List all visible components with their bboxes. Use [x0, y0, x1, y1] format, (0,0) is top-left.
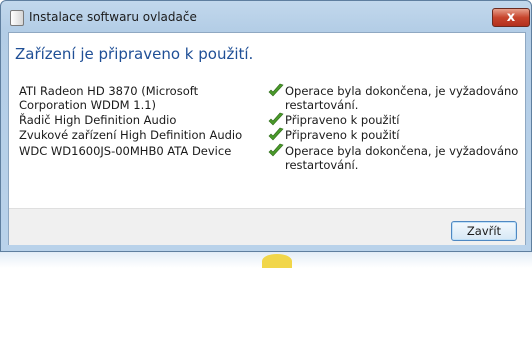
device-status: Operace byla dokončena, je vyžadováno re… — [285, 84, 519, 112]
checkmark-icon — [268, 127, 284, 141]
close-button[interactable]: Zavřít — [451, 221, 517, 241]
status-heading: Zařízení je připraveno k použití. — [15, 45, 254, 63]
dialog-footer: Zavřít — [9, 208, 525, 245]
app-icon — [10, 10, 24, 26]
device-status: Připraveno k použití — [285, 113, 400, 127]
device-status: Operace byla dokončena, je vyžadováno re… — [285, 144, 519, 172]
device-name: Řadič High Definition Audio — [19, 113, 177, 127]
title-bar[interactable]: Instalace softwaru ovladače x — [1, 1, 531, 31]
device-name: WDC WD1600JS-00MHB0 ATA Device — [19, 144, 232, 158]
checkmark-icon — [268, 83, 284, 97]
driver-install-dialog: Instalace softwaru ovladače x Zařízení j… — [0, 0, 532, 252]
checkmark-icon — [268, 143, 284, 157]
device-status: Připraveno k použití — [285, 128, 400, 142]
device-name: Zvukové zařízení High Definition Audio — [19, 128, 243, 142]
window-title: Instalace softwaru ovladače — [29, 10, 197, 24]
device-name: ATI Radeon HD 3870 (Microsoft Corporatio… — [19, 84, 199, 112]
dialog-content: Zařízení je připraveno k použití. ATI Ra… — [8, 32, 526, 245]
checkmark-icon — [268, 112, 284, 126]
close-window-button[interactable]: x — [492, 8, 530, 27]
background-highlight — [262, 254, 292, 268]
